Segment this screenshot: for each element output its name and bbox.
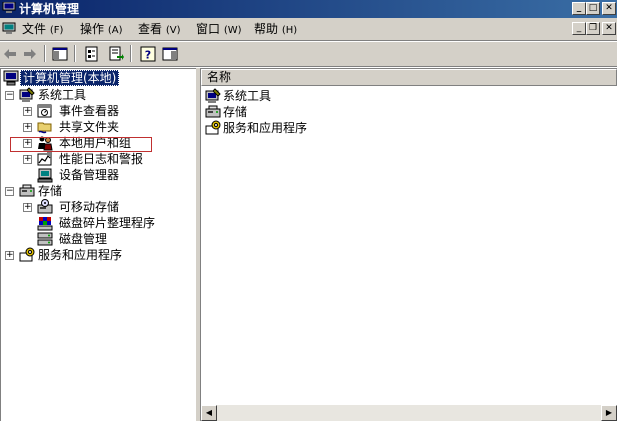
performance-logs-icon [37, 152, 52, 166]
mdi-minimize-button[interactable]: _ [572, 22, 586, 35]
maximize-button[interactable]: □ [586, 2, 600, 15]
removable-storage-icon [37, 199, 53, 214]
toolbar-separator [74, 45, 76, 62]
toolbar-separator [130, 45, 132, 62]
horizontal-scrollbar[interactable]: ◀ ▶ [201, 405, 617, 421]
forward-button[interactable] [20, 44, 40, 64]
show-hide-tree-button[interactable] [50, 44, 70, 64]
help-button[interactable]: ? [138, 44, 158, 64]
toolbar: ? [0, 42, 617, 66]
tree-node-label: 事件查看器 [59, 104, 120, 118]
forward-icon [24, 49, 36, 59]
tree-node-label: 磁盘管理 [59, 232, 108, 246]
properties-icon [85, 46, 98, 62]
services-applications-icon [205, 120, 221, 135]
expand-toggle[interactable]: + [23, 155, 32, 164]
export-list-button[interactable] [106, 44, 126, 64]
show-hide-action-pane-button[interactable] [160, 44, 180, 64]
window-title: 计算机管理 [19, 2, 80, 16]
toolbar-separator [44, 45, 46, 62]
scroll-right-button[interactable]: ▶ [601, 405, 617, 421]
tree-node-label: 存储 [38, 184, 63, 198]
document-window-icon[interactable] [2, 22, 16, 35]
back-icon [4, 49, 16, 59]
back-button[interactable] [0, 44, 20, 64]
shared-folder-icon [37, 122, 52, 134]
menu-bar: 文件 (F) 操作 (A) 查看 (V) 窗口 (W) 帮助 (H) _ ❐ ✕ [0, 19, 617, 40]
column-header-bar: 名称 [201, 69, 617, 86]
expand-toggle[interactable]: + [23, 107, 32, 116]
show-hide-action-pane-icon [162, 47, 178, 61]
storage-icon [19, 184, 35, 197]
collapse-toggle[interactable]: − [5, 91, 14, 100]
tree-node-label: 系统工具 [38, 88, 87, 102]
tree-node-label: 设备管理器 [59, 168, 120, 182]
menu-view[interactable]: 查看 (V) [138, 22, 181, 38]
computer-management-icon [2, 2, 16, 13]
system-tools-icon [19, 87, 35, 102]
console-tree[interactable]: 计算机管理(本地) − 系统工具 + 事件查看器 + 共享文件夹 + 本地用户和… [0, 68, 196, 421]
tree-node-label: 性能日志和警报 [59, 152, 144, 166]
title-bar[interactable]: 计算机管理 _ □ ✕ [0, 0, 617, 18]
expand-toggle[interactable]: + [23, 203, 32, 212]
list-item-label: 系统工具 [223, 89, 272, 103]
menu-file[interactable]: 文件 (F) [22, 22, 63, 38]
device-manager-icon [37, 168, 53, 183]
list-item-label: 服务和应用程序 [223, 121, 308, 135]
scroll-left-button[interactable]: ◀ [201, 405, 217, 421]
highlight-box [10, 137, 152, 152]
tree-node-label: 可移动存储 [59, 200, 120, 214]
tree-node-label: 共享文件夹 [59, 120, 120, 134]
properties-button[interactable] [82, 44, 102, 64]
mdi-close-button[interactable]: ✕ [602, 22, 616, 35]
mdi-restore-button[interactable]: ❐ [586, 22, 600, 35]
event-viewer-icon [37, 104, 52, 118]
computer-management-icon [3, 70, 19, 86]
expand-toggle[interactable]: + [5, 251, 14, 260]
tree-node-label: 磁盘碎片整理程序 [59, 216, 156, 230]
export-list-icon [109, 46, 124, 61]
expand-toggle[interactable]: + [23, 123, 32, 132]
details-pane[interactable]: 名称 系统工具 存储 服务和应用程序 ◀ ▶ [200, 68, 617, 421]
storage-icon [205, 105, 221, 118]
services-applications-icon [19, 247, 35, 262]
system-tools-icon [205, 88, 221, 103]
svg-text:?: ? [145, 49, 151, 62]
help-icon: ? [140, 46, 156, 62]
disk-defragmenter-icon [37, 217, 53, 231]
column-header-name[interactable]: 名称 [201, 69, 617, 86]
menu-help[interactable]: 帮助 (H) [254, 22, 297, 38]
list-item-label: 存储 [223, 105, 248, 119]
menu-action[interactable]: 操作 (A) [80, 22, 123, 38]
menu-window[interactable]: 窗口 (W) [196, 22, 242, 38]
tree-root-label[interactable]: 计算机管理(本地) [20, 70, 120, 86]
tree-node-label: 服务和应用程序 [38, 248, 123, 262]
collapse-toggle[interactable]: − [5, 187, 14, 196]
minimize-button[interactable]: _ [572, 2, 586, 15]
show-hide-tree-icon [52, 47, 68, 61]
close-button[interactable]: ✕ [602, 2, 616, 15]
disk-management-icon [37, 232, 53, 246]
